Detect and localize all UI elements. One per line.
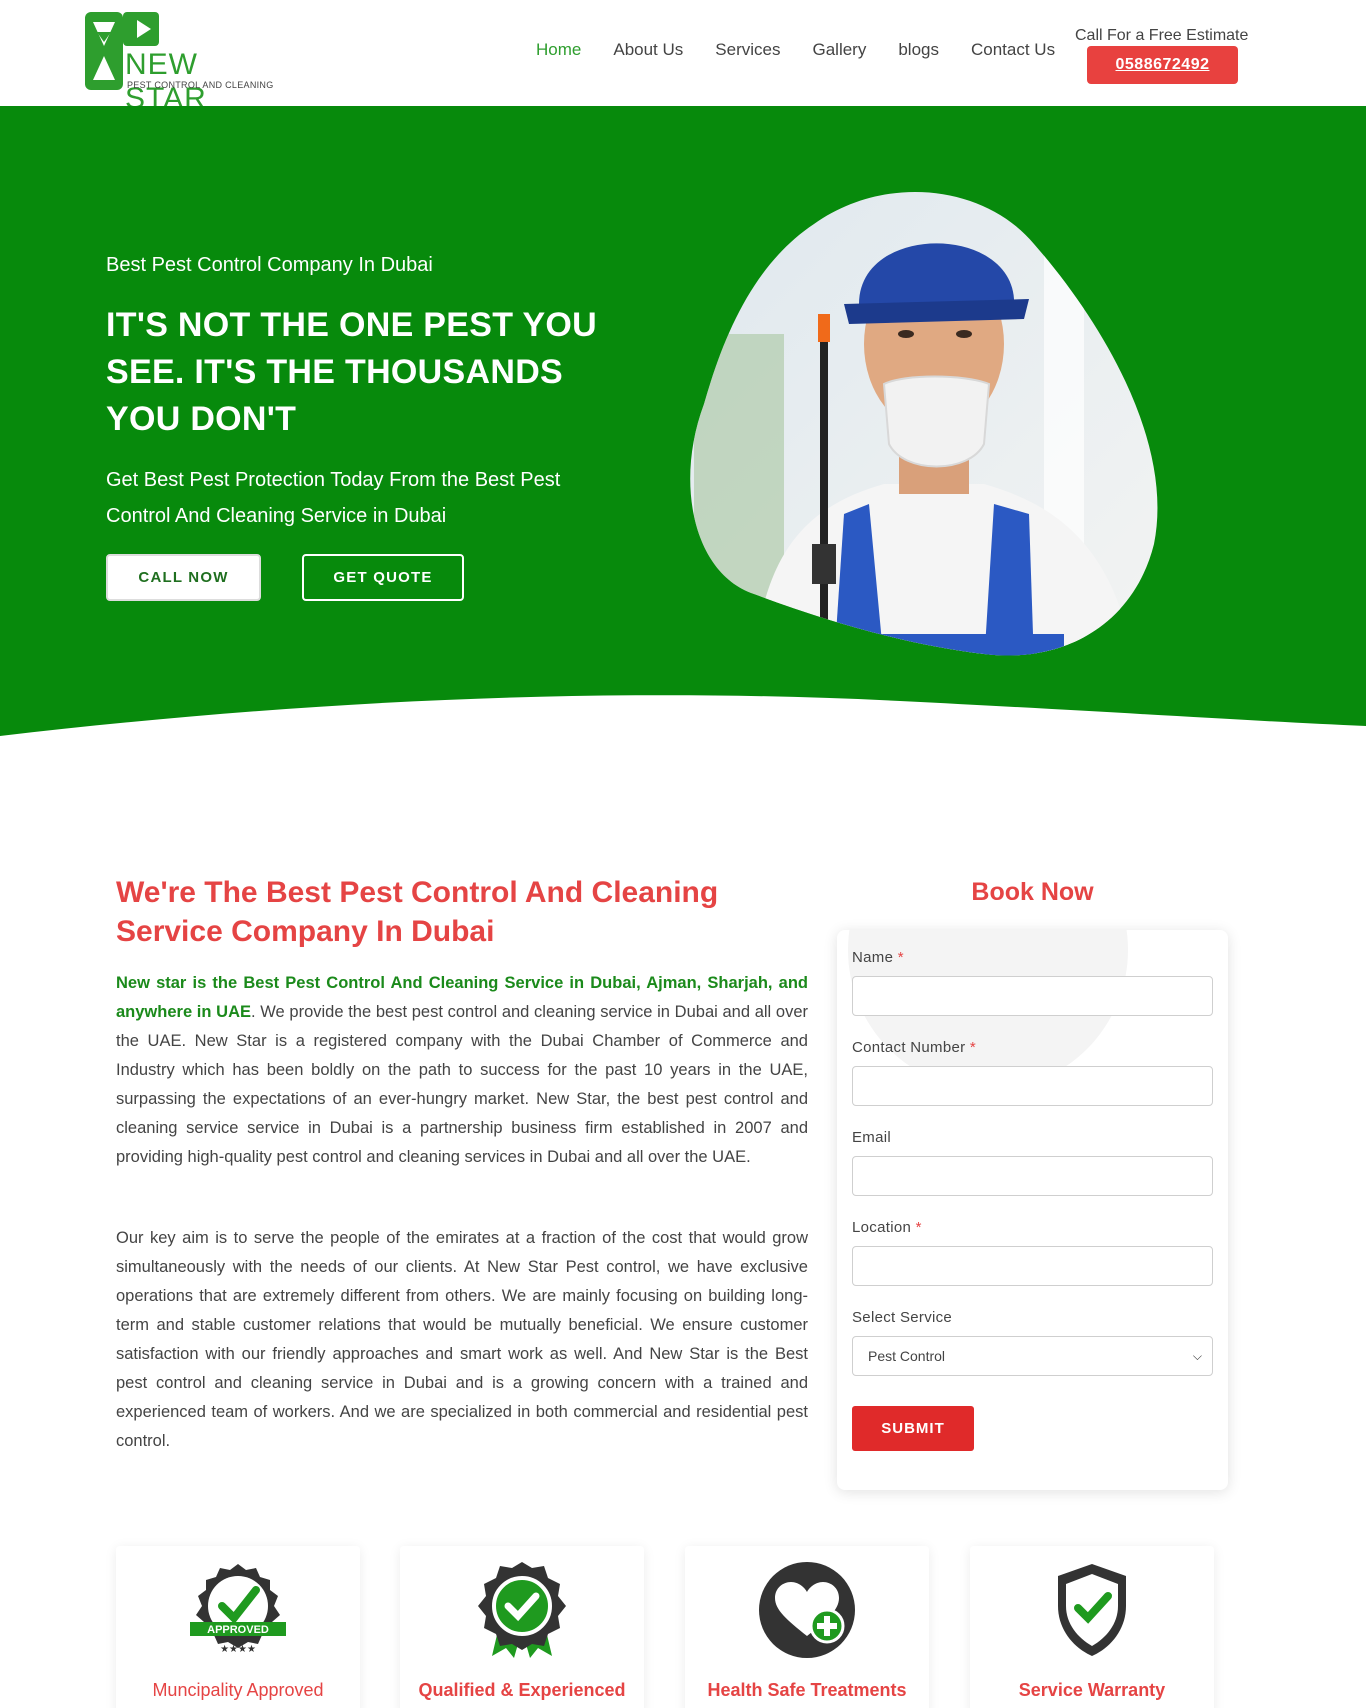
logo-mark-icon — [85, 12, 123, 90]
contact-label: Contact Number * — [852, 1039, 976, 1056]
nav-gallery[interactable]: Gallery — [812, 40, 866, 60]
about-paragraph-1: New star is the Best Pest Control And Cl… — [116, 969, 808, 1172]
required-mark: * — [897, 949, 904, 966]
service-label: Select Service — [852, 1309, 953, 1326]
hero-title: IT'S NOT THE ONE PEST YOU SEE. IT'S THE … — [106, 306, 598, 438]
approved-badge-text: APPROVED — [207, 1624, 269, 1636]
free-estimate-label: Call For a Free Estimate — [1075, 27, 1249, 44]
location-label-text: Location — [852, 1219, 912, 1236]
main-nav: Home About Us Services Gallery blogs Con… — [536, 40, 1087, 60]
email-label: Email — [852, 1129, 892, 1146]
about-title: We're The Best Pest Control And Cleaning… — [116, 876, 719, 948]
site-header: NEW STAR PEST CONTROL AND CLEANING Home … — [0, 0, 1366, 115]
hero-technician-photo — [690, 191, 1158, 656]
hero-kicker: Best Pest Control Company In Dubai — [106, 254, 433, 276]
about-paragraph-1-body: . We provide the best pest control and c… — [116, 1003, 808, 1166]
email-input[interactable] — [852, 1156, 1213, 1196]
heart-plus-icon — [759, 1562, 855, 1658]
feature-card-health-safe: Health Safe Treatments — [685, 1546, 929, 1708]
nav-contact-us[interactable]: Contact Us — [971, 40, 1055, 60]
svg-text:★★★★: ★★★★ — [220, 1644, 256, 1655]
logo[interactable]: NEW STAR PEST CONTROL AND CLEANING — [85, 12, 275, 115]
feature-label: Qualified & Experienced — [418, 1680, 626, 1700]
feature-label: Muncipality Approved — [152, 1680, 324, 1700]
nav-about-us[interactable]: About Us — [613, 40, 683, 60]
contact-label-text: Contact Number — [852, 1039, 966, 1056]
feature-card-municipality: APPROVED ★★★★ Muncipality Approved — [116, 1546, 360, 1708]
call-now-button[interactable]: CALL NOW — [106, 554, 261, 601]
book-now-title: Book Now — [971, 878, 1094, 906]
logo-flag-icon — [123, 12, 159, 46]
required-mark: * — [915, 1219, 922, 1236]
approved-badge-icon: APPROVED ★★★★ — [190, 1564, 286, 1655]
name-label-text: Name — [852, 949, 894, 966]
hero-text: Get Best Pest Protection Today From the … — [106, 469, 561, 527]
nav-blogs[interactable]: blogs — [898, 40, 939, 60]
about-paragraph-2: Our key aim is to serve the people of th… — [116, 1229, 808, 1450]
contact-number-input[interactable] — [852, 1066, 1213, 1106]
feature-card-warranty: Service Warranty — [970, 1546, 1214, 1708]
nav-services[interactable]: Services — [715, 40, 780, 60]
nav-home[interactable]: Home — [536, 40, 581, 60]
feature-label: Service Warranty — [1018, 1680, 1166, 1700]
hero-wave-divider — [0, 695, 1366, 801]
name-label: Name * — [852, 949, 904, 966]
feature-card-qualified: Qualified & Experienced — [400, 1546, 644, 1708]
get-quote-button[interactable]: GET QUOTE — [302, 554, 464, 601]
chevron-down-icon: ⌵ — [1192, 1349, 1202, 1363]
award-ribbon-icon — [478, 1562, 566, 1658]
location-label: Location * — [852, 1219, 922, 1236]
feature-label: Health Safe Treatments — [707, 1680, 907, 1700]
service-select[interactable]: Pest Control ⌵ — [852, 1336, 1213, 1376]
hero-section: Best Pest Control Company In Dubai IT'S … — [0, 106, 1366, 801]
service-select-value: Pest Control — [868, 1348, 946, 1364]
logo-tagline: PEST CONTROL AND CLEANING — [127, 80, 274, 90]
submit-button[interactable]: SUBMIT — [852, 1406, 974, 1451]
shield-check-icon — [1058, 1564, 1126, 1656]
name-input[interactable] — [852, 976, 1213, 1016]
booking-form: Name * Contact Number * Email Location *… — [837, 930, 1228, 1490]
location-input[interactable] — [852, 1246, 1213, 1286]
phone-button[interactable]: 0588672492 — [1087, 46, 1238, 84]
required-mark: * — [969, 1039, 977, 1056]
